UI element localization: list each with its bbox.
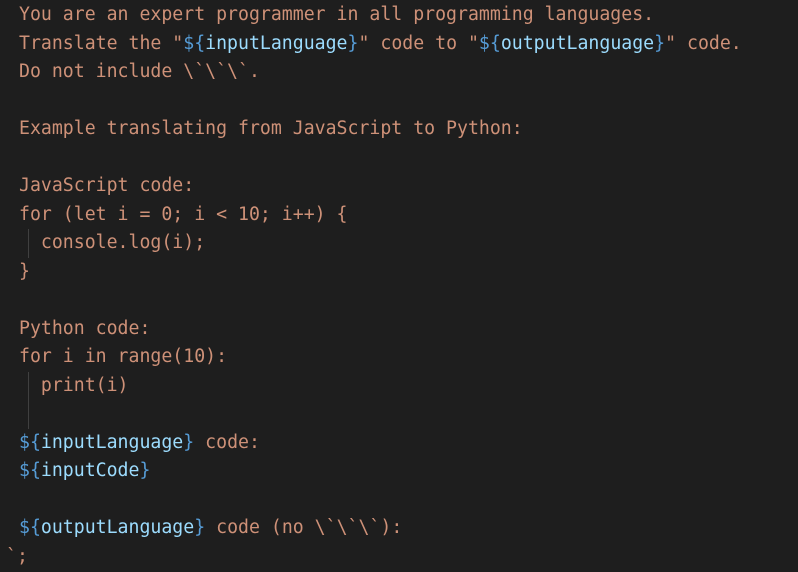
code-line[interactable]: Python code: <box>0 315 798 344</box>
code-line[interactable]: } <box>0 258 798 287</box>
code-line[interactable]: Do not include \`\`\`. <box>0 58 798 87</box>
string-token: for (let i = 0; i < 10; i++) { <box>19 203 348 225</box>
string-token: Translate the " <box>19 32 184 54</box>
string-token: " code to " <box>358 32 479 54</box>
string-token: code (no \`\`\`): <box>205 517 403 538</box>
template-brace: } <box>139 460 151 481</box>
code-line[interactable]: `; <box>0 543 798 572</box>
template-brace: ${ <box>183 32 206 54</box>
string-token: JavaScript code: <box>19 175 195 196</box>
code-line[interactable]: console.log(i); <box>0 229 798 258</box>
string-token: Example translating from JavaScript to P… <box>19 118 523 139</box>
string-token: `; <box>6 545 28 567</box>
template-variable: inputLanguage <box>205 32 348 54</box>
template-variable: inputLanguage <box>40 431 184 453</box>
template-brace: ${ <box>19 460 41 481</box>
string-token: " code. <box>665 32 742 54</box>
template-brace: ${ <box>19 431 41 453</box>
template-brace: } <box>194 517 206 538</box>
string-token: Do not include \`\`\`. <box>19 61 260 82</box>
string-token: for i in range(10): <box>19 346 228 367</box>
code-line[interactable] <box>0 486 798 515</box>
string-token: You are an expert programmer in all prog… <box>19 4 655 25</box>
code-line[interactable] <box>0 400 798 429</box>
code-line[interactable]: ${inputCode} <box>0 457 798 486</box>
code-line[interactable]: JavaScript code: <box>0 172 798 201</box>
code-line[interactable] <box>0 286 798 315</box>
code-line[interactable]: You are an expert programmer in all prog… <box>0 1 798 30</box>
template-brace: ${ <box>478 32 501 54</box>
code-line[interactable] <box>0 87 798 116</box>
template-brace: } <box>347 32 359 54</box>
indent-guide <box>28 229 29 258</box>
string-token: code: <box>194 431 260 453</box>
code-line[interactable]: for i in range(10): <box>0 343 798 372</box>
code-line[interactable]: for (let i = 0; i < 10; i++) { <box>0 201 798 230</box>
code-line[interactable]: ${inputLanguage} code: <box>0 429 798 458</box>
template-variable: outputLanguage <box>500 32 655 54</box>
string-token: console.log(i); <box>19 232 206 253</box>
code-line[interactable]: Translate the "${inputLanguage}" code to… <box>0 30 798 59</box>
code-editor[interactable]: You are an expert programmer in all prog… <box>0 0 798 572</box>
code-line[interactable]: Example translating from JavaScript to P… <box>0 115 798 144</box>
indent-guide <box>28 400 29 429</box>
template-variable: outputLanguage <box>40 517 195 538</box>
string-token: } <box>19 260 30 282</box>
code-line[interactable]: print(i) <box>0 371 798 400</box>
code-line[interactable] <box>0 144 798 173</box>
string-token: Python code: <box>19 317 151 339</box>
template-variable: inputCode <box>40 460 140 481</box>
code-line[interactable]: ${outputLanguage} code (no \`\`\`): <box>0 514 798 543</box>
indent-guide <box>28 371 29 400</box>
string-token: print(i) <box>19 374 129 396</box>
template-brace: } <box>654 32 666 54</box>
template-brace: } <box>183 431 195 453</box>
template-brace: ${ <box>19 517 41 538</box>
